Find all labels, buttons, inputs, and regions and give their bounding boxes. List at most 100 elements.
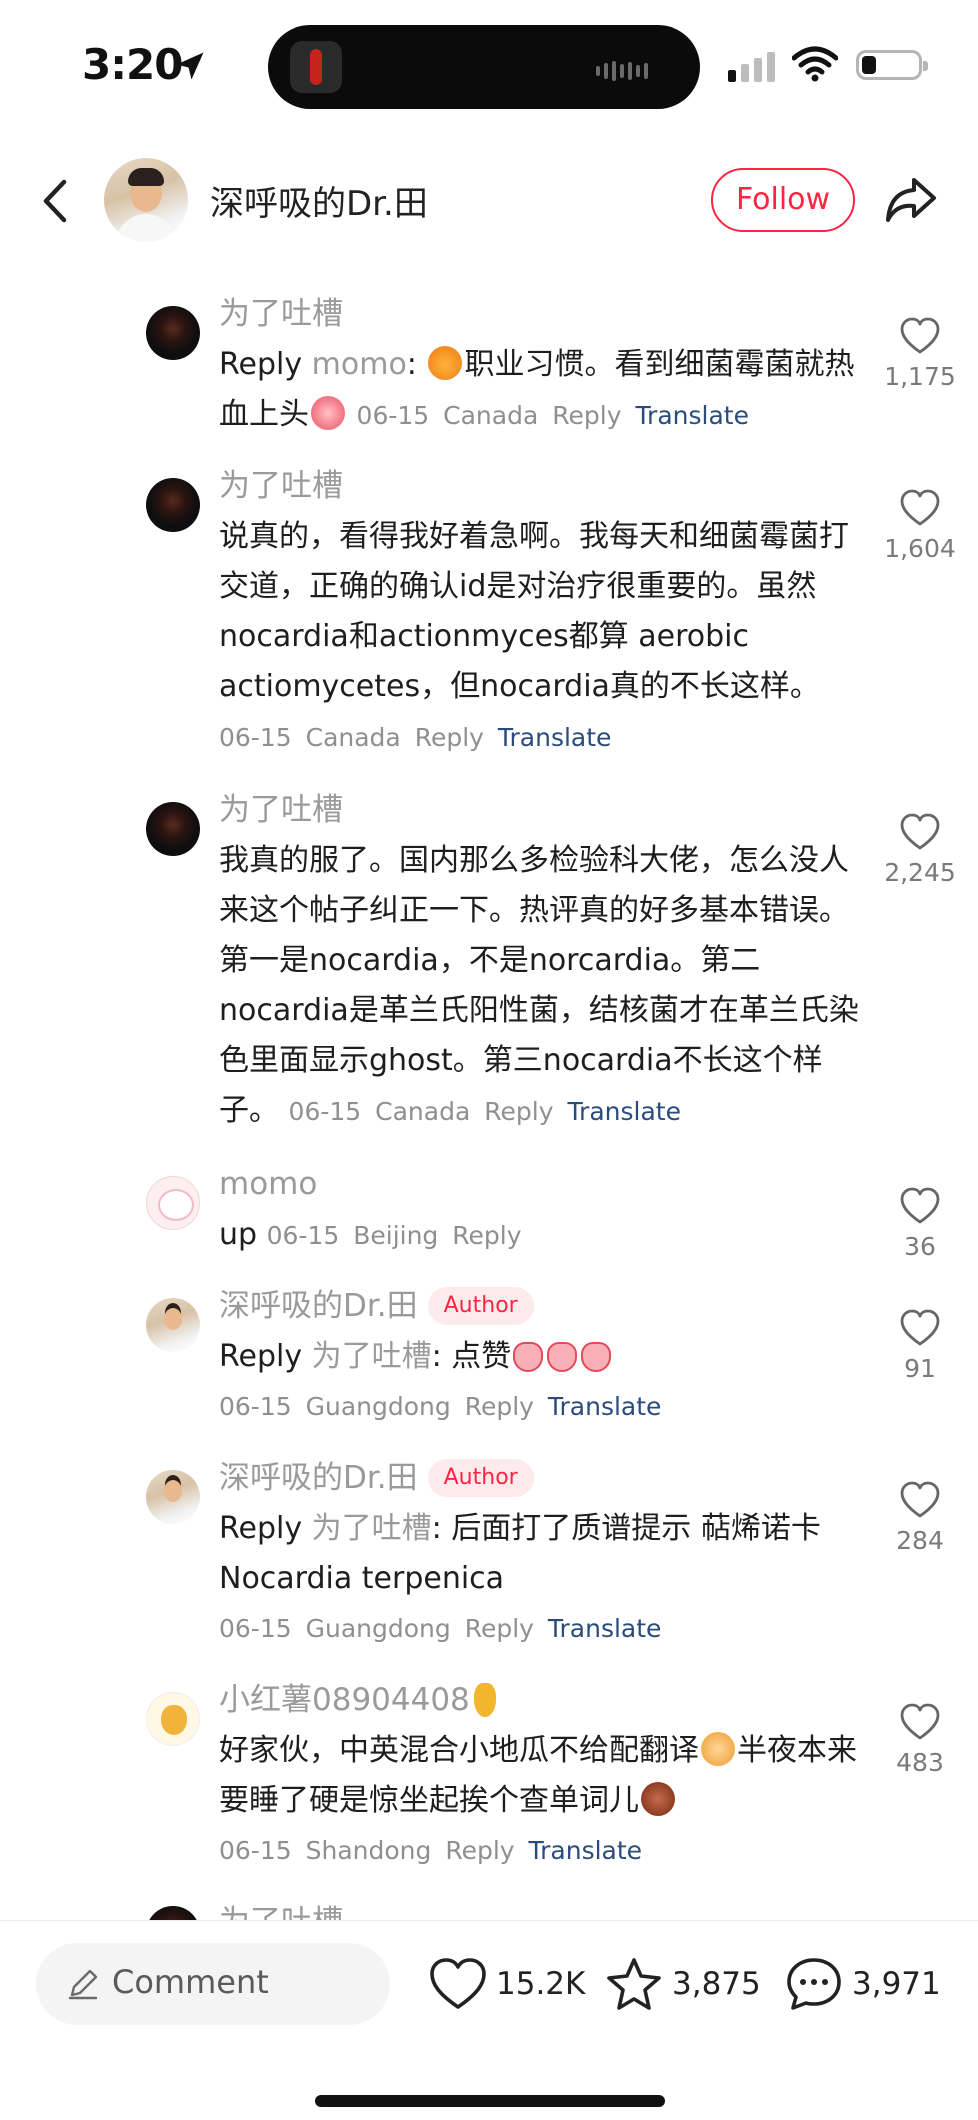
comment-like-button[interactable]: 91 <box>870 1308 970 1383</box>
heart-icon <box>900 1187 940 1224</box>
like-count: 284 <box>896 1526 944 1555</box>
cellular-signal-icon <box>728 50 775 82</box>
share-icon[interactable] <box>884 174 938 226</box>
reply-link[interactable]: Reply <box>465 1614 534 1643</box>
heart-icon <box>900 1703 940 1740</box>
star-icon <box>607 1958 661 2010</box>
comment-text[interactable]: Reply 为了吐槽: 点赞 <box>219 1332 859 1382</box>
translate-link[interactable]: Translate <box>498 723 612 752</box>
commenter-avatar[interactable] <box>146 1692 200 1746</box>
reply-link[interactable]: Reply <box>445 1836 514 1865</box>
dynamic-island[interactable] <box>268 25 700 109</box>
commenter-name[interactable]: 深呼吸的Dr.田 Author <box>219 1284 859 1328</box>
like-count: 2,245 <box>884 858 956 887</box>
status-bar: 3:20 <box>0 0 978 130</box>
heart-icon <box>900 813 940 850</box>
comment-input[interactable]: Comment <box>36 1943 390 2025</box>
chat-bubble-icon <box>787 1958 841 2010</box>
commenter-name[interactable]: momo <box>219 1162 859 1206</box>
comment-like-button[interactable]: 36 <box>870 1186 970 1261</box>
comment-meta: 06-15 Shandong Reply Translate <box>219 1836 643 1865</box>
comment-like-button[interactable]: 2,245 <box>870 812 970 887</box>
commenter-name[interactable]: 为了吐槽 <box>219 788 859 832</box>
comment-like-button[interactable]: 1,604 <box>870 488 970 563</box>
heart-icon <box>900 1309 940 1346</box>
battery-icon <box>856 50 928 80</box>
commenter-name[interactable]: 为了吐槽 <box>219 464 859 508</box>
reply-link[interactable]: Reply <box>415 723 484 752</box>
translate-link[interactable]: Translate <box>635 401 749 430</box>
comment-like-button[interactable]: 284 <box>870 1480 970 1555</box>
comment-text[interactable]: 我真的服了。国内那么多检验科大佬，怎么没人来这个帖子纠正一下。热评真的好多基本错… <box>219 836 859 1137</box>
heart-icon <box>900 489 940 526</box>
home-indicator[interactable] <box>315 2095 665 2107</box>
like-button[interactable]: 15.2K <box>428 1955 585 2013</box>
angry-emoji-icon <box>641 1782 675 1816</box>
heart-icon <box>900 317 940 354</box>
reply-link[interactable]: Reply <box>484 1097 553 1126</box>
comment-text[interactable]: 说真的，看得我好着急啊。我每天和细菌霉菌打交道，正确的确认id是对治疗很重要的。… <box>219 512 859 763</box>
commenter-avatar[interactable] <box>146 1298 200 1352</box>
like-count: 1,604 <box>884 534 956 563</box>
commenter-name[interactable]: 为了吐槽 <box>219 292 859 336</box>
comment-count: 3,971 <box>852 1966 941 2002</box>
follow-button[interactable]: Follow <box>711 168 855 232</box>
heart-icon <box>900 1481 940 1518</box>
comment-like-button[interactable]: 1,175 <box>870 316 970 391</box>
pineapple-icon <box>473 1683 496 1717</box>
comment-text[interactable]: Reply momo: 职业习惯。看到细菌霉菌就热血上头 06-15 Canad… <box>219 340 859 441</box>
comment-placeholder: Comment <box>112 1963 269 2001</box>
thumbs-up-icon <box>581 1342 612 1372</box>
commenter-name[interactable]: 小红薯08904408 <box>219 1678 859 1722</box>
pencil-icon <box>68 1969 98 2000</box>
favorite-count: 3,875 <box>672 1966 761 2002</box>
commenter-name[interactable]: 深呼吸的Dr.田 Author <box>219 1456 859 1500</box>
wifi-icon <box>792 46 838 82</box>
comment-meta: 06-15 Canada Reply Translate <box>356 401 749 430</box>
comment-meta: 06-15 Canada Reply Translate <box>288 1097 681 1126</box>
location-arrow-icon <box>176 52 204 80</box>
comment-text[interactable]: Reply 为了吐槽: 后面打了质谱提示 萜烯诺卡 Nocardia terpe… <box>219 1504 859 1604</box>
crying-emoji-icon <box>701 1732 735 1766</box>
like-count: 1,175 <box>884 362 956 391</box>
comment-button[interactable]: 3,971 <box>784 1955 941 2013</box>
like-count: 36 <box>904 1232 936 1261</box>
excited-emoji-icon <box>311 396 345 430</box>
status-time: 3:20 <box>82 40 183 89</box>
audio-wave-icon <box>596 61 648 81</box>
reply-link[interactable]: Reply <box>552 401 621 430</box>
comment-text[interactable]: up 06-15 Beijing Reply <box>219 1210 859 1261</box>
author-badge: Author <box>427 1459 534 1497</box>
reply-link[interactable]: Reply <box>465 1392 534 1421</box>
reply-link[interactable]: Reply <box>452 1221 521 1250</box>
commenter-avatar[interactable] <box>146 478 200 532</box>
comment-meta: 06-15 Beijing Reply <box>266 1221 522 1250</box>
comment-meta: 06-15 Guangdong Reply Translate <box>219 1392 662 1421</box>
author-avatar[interactable] <box>104 158 188 242</box>
back-chevron-icon[interactable] <box>38 178 74 224</box>
like-count: 15.2K <box>496 1966 586 2002</box>
thumbs-up-icon <box>513 1342 544 1372</box>
like-count: 483 <box>896 1748 944 1777</box>
comment-text[interactable]: 好家伙，中英混合小地瓜不给配翻译 半夜本来要睡了硬是惊坐起挨个查单词儿 <box>219 1726 859 1826</box>
thumbs-up-icon <box>547 1342 578 1372</box>
favorite-button[interactable]: 3,875 <box>604 1955 761 2013</box>
comment-like-button[interactable]: 483 <box>870 1702 970 1777</box>
comment-meta: 06-15 Guangdong Reply Translate <box>219 1614 662 1643</box>
translate-link[interactable]: Translate <box>548 1614 662 1643</box>
author-name[interactable]: 深呼吸的Dr.田 <box>210 176 428 225</box>
translate-link[interactable]: Translate <box>529 1836 643 1865</box>
commenter-avatar[interactable] <box>146 1176 200 1230</box>
commenter-avatar[interactable] <box>146 802 200 856</box>
now-playing-thumbnail <box>290 41 342 93</box>
author-badge: Author <box>427 1287 534 1325</box>
commenter-avatar[interactable] <box>146 306 200 360</box>
note-header: 深呼吸的Dr.田 Follow <box>0 150 978 250</box>
like-count: 91 <box>904 1354 936 1383</box>
translate-link[interactable]: Translate <box>548 1392 662 1421</box>
comment-meta: 06-15 Canada Reply Translate <box>219 723 612 752</box>
cat-emoji-icon <box>428 346 463 380</box>
bottom-action-bar: Comment 15.2K 3,875 3,971 <box>0 1920 978 2120</box>
commenter-avatar[interactable] <box>146 1470 200 1524</box>
translate-link[interactable]: Translate <box>567 1097 681 1126</box>
